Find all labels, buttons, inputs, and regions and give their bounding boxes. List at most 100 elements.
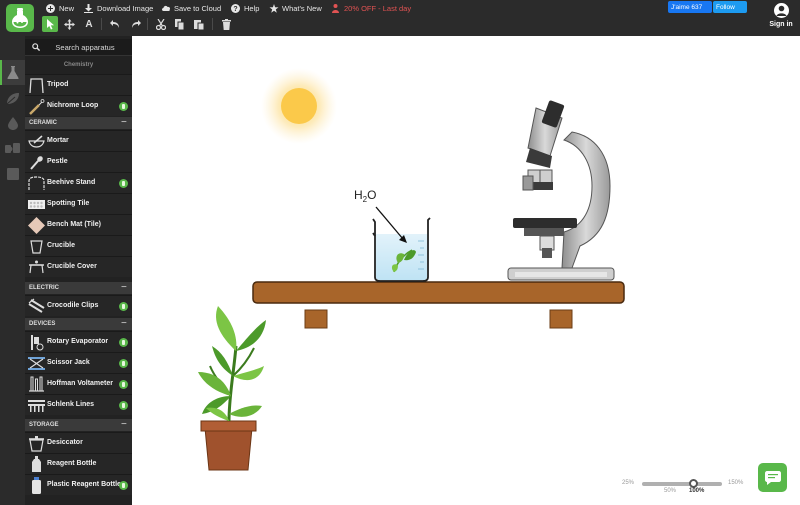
canvas-scene: H2O xyxy=(198,68,625,471)
flask-logo-icon xyxy=(12,8,28,28)
apparatus-label: Scissor Jack xyxy=(47,359,90,366)
zoom-slider[interactable] xyxy=(642,482,722,486)
apparatus-label: Nichrome Loop xyxy=(47,102,99,109)
desiccator-icon xyxy=(29,436,44,452)
apparatus-label: Reagent Bottle xyxy=(47,460,97,467)
redo-button[interactable] xyxy=(127,16,143,32)
app-logo[interactable] xyxy=(6,4,34,32)
biology-leaf-icon xyxy=(6,93,19,105)
crucible-icon xyxy=(30,240,43,254)
tripod-icon xyxy=(29,78,44,94)
microscope[interactable] xyxy=(507,100,615,281)
apparatus-item-crucible[interactable]: Crucible xyxy=(25,235,132,256)
menu-new[interactable]: New xyxy=(46,2,74,14)
apparatus-item-spotting-tile[interactable]: Spotting Tile xyxy=(25,193,132,214)
apparatus-item-tripod[interactable]: Tripod xyxy=(25,74,132,95)
category-title: Chemistry xyxy=(63,62,94,68)
menu-download-image[interactable]: Download Image xyxy=(84,2,153,14)
premium-badge-icon xyxy=(119,401,128,410)
drawing-canvas[interactable]: H2O 25% 150% 50% 100% xyxy=(132,36,800,505)
hoffman-voltameter-icon xyxy=(29,376,44,392)
bench-mat-icon xyxy=(28,217,45,234)
apparatus-item-reagent-bottle[interactable]: Reagent Bottle xyxy=(25,453,132,474)
apparatus-item-nichrome-loop[interactable]: Nichrome Loop xyxy=(25,95,132,116)
apparatus-item-mortar[interactable]: Mortar xyxy=(25,130,132,151)
collapse-icon[interactable]: − xyxy=(121,419,127,430)
trash-icon xyxy=(221,18,231,30)
section-header-electric[interactable]: ELECTRIC − xyxy=(25,282,132,294)
chat-button[interactable] xyxy=(758,463,787,492)
collapse-icon[interactable]: − xyxy=(121,282,127,293)
download-icon xyxy=(84,3,93,13)
apparatus-item-desiccator[interactable]: Desiccator xyxy=(25,432,132,453)
section-title: STORAGE xyxy=(29,422,59,428)
text-tool-button[interactable]: A xyxy=(81,16,97,32)
undo-button[interactable] xyxy=(107,16,123,32)
apparatus-item-schlenk-lines[interactable]: Schlenk Lines xyxy=(25,394,132,415)
section-header-ceramic[interactable]: CERAMIC − xyxy=(25,117,132,129)
apparatus-item-plastic-reagent-bottle[interactable]: Plastic Reagent Bottle xyxy=(25,474,132,495)
menu-save-to-cloud[interactable]: Save to Cloud xyxy=(161,2,221,14)
menu-promo[interactable]: 20% OFF - Last day xyxy=(331,2,411,14)
paste-button[interactable] xyxy=(191,16,207,32)
copy-button[interactable] xyxy=(172,16,188,32)
copy-icon xyxy=(175,18,185,30)
zoom-min-label: 25% xyxy=(622,480,635,486)
search-bar xyxy=(25,39,132,56)
zoom-max-label: 150% xyxy=(728,480,744,486)
rail-tab-physics[interactable] xyxy=(0,136,25,161)
beaker-with-leaf[interactable] xyxy=(372,217,431,282)
section-title: ELECTRIC xyxy=(29,285,59,291)
apparatus-item-bench-mat[interactable]: Bench Mat (Tile) xyxy=(25,214,132,235)
menu-save-label: Save to Cloud xyxy=(174,3,222,13)
collapse-icon[interactable]: − xyxy=(121,117,127,128)
lab-table[interactable] xyxy=(252,281,625,329)
sign-in-button[interactable]: Sign in xyxy=(762,3,800,33)
apparatus-label: Beehive Stand xyxy=(47,179,96,186)
apparatus-item-rotary-evaporator[interactable]: Rotary Evaporator xyxy=(25,331,132,352)
chat-bubble-icon xyxy=(764,470,781,485)
apparatus-label: Plastic Reagent Bottle xyxy=(47,481,121,488)
menu-help[interactable]: ? Help xyxy=(231,2,259,14)
apparatus-label: Schlenk Lines xyxy=(47,401,95,408)
rail-tab-chemistry[interactable] xyxy=(0,60,25,85)
twitter-follow-button[interactable]: Follow xyxy=(713,1,747,13)
potted-plant[interactable] xyxy=(198,306,266,471)
undo-icon xyxy=(109,20,119,28)
select-tool-button[interactable] xyxy=(42,16,58,32)
zoom-slider-handle[interactable] xyxy=(689,479,698,488)
apparatus-label: Spotting Tile xyxy=(47,200,90,207)
chemistry-flask-icon xyxy=(6,66,19,79)
rail-tab-biology[interactable] xyxy=(0,86,25,111)
section-header-storage[interactable]: STORAGE − xyxy=(25,419,132,431)
collapse-icon[interactable]: − xyxy=(121,318,127,329)
rail-tab-generic[interactable] xyxy=(0,161,25,186)
apparatus-label: Bench Mat (Tile) xyxy=(47,221,101,228)
apparatus-item-crocodile-clips[interactable]: Crocodile Clips xyxy=(25,295,132,316)
sign-in-label: Sign in xyxy=(769,21,793,28)
apparatus-item-crucible-cover[interactable]: Crucible Cover xyxy=(25,256,132,277)
menu-whats-new[interactable]: What's New xyxy=(269,2,322,14)
apparatus-item-pestle[interactable]: Pestle xyxy=(25,151,132,172)
delete-button[interactable] xyxy=(218,16,234,32)
generic-box-icon xyxy=(6,167,19,180)
premium-badge-icon xyxy=(119,380,128,389)
spotting-tile-icon xyxy=(28,200,45,209)
apparatus-label: Crucible xyxy=(47,242,76,249)
facebook-like-label: J'aime 637 xyxy=(671,3,703,11)
search-input[interactable] xyxy=(41,41,129,54)
apparatus-item-hoffman-voltameter[interactable]: Hoffman Voltameter xyxy=(25,373,132,394)
facebook-like-button[interactable]: J'aime 637 xyxy=(668,1,712,13)
rotary-evaporator-icon xyxy=(31,335,44,351)
help-icon: ? xyxy=(231,3,240,13)
section-header-devices[interactable]: DEVICES − xyxy=(25,318,132,330)
rail-tab-earth[interactable] xyxy=(0,111,25,136)
apparatus-item-beehive-stand[interactable]: Beehive Stand xyxy=(25,172,132,193)
category-rail xyxy=(0,36,25,505)
cut-button[interactable] xyxy=(153,16,169,32)
svg-text:H2O: H2O xyxy=(354,188,376,204)
redo-icon xyxy=(131,20,141,28)
sun-graphic[interactable] xyxy=(261,68,337,144)
apparatus-item-scissor-jack[interactable]: Scissor Jack xyxy=(25,352,132,373)
move-tool-button[interactable] xyxy=(61,16,77,32)
